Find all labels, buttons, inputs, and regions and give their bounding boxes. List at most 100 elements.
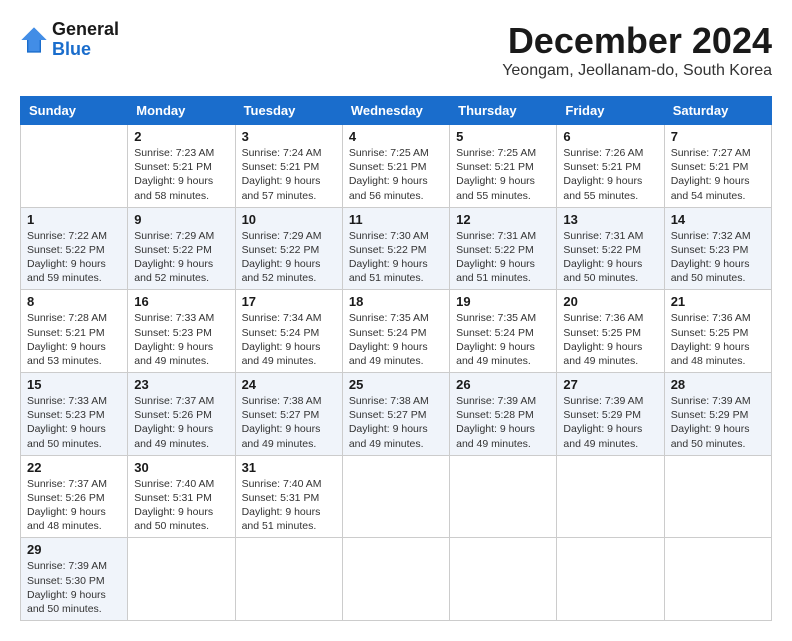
day-info: Sunrise: 7:40 AMSunset: 5:31 PMDaylight:… — [134, 477, 228, 534]
calendar-cell: 3 Sunrise: 7:24 AMSunset: 5:21 PMDaylight… — [235, 125, 342, 208]
logo-text: General Blue — [52, 20, 119, 60]
calendar-cell — [557, 538, 664, 621]
calendar-week-5: 29 Sunrise: 7:39 AMSunset: 5:30 PMDayligh… — [21, 538, 772, 621]
header-row: SundayMondayTuesdayWednesdayThursdayFrid… — [21, 97, 772, 125]
calendar-cell: 29 Sunrise: 7:39 AMSunset: 5:30 PMDayligh… — [21, 538, 128, 621]
day-info: Sunrise: 7:36 AMSunset: 5:25 PMDaylight:… — [671, 311, 765, 368]
day-info: Sunrise: 7:38 AMSunset: 5:27 PMDaylight:… — [242, 394, 336, 451]
col-header-saturday: Saturday — [664, 97, 771, 125]
calendar-cell — [235, 538, 342, 621]
day-info: Sunrise: 7:39 AMSunset: 5:29 PMDaylight:… — [671, 394, 765, 451]
calendar-cell: 25 Sunrise: 7:38 AMSunset: 5:27 PMDayligh… — [342, 373, 449, 456]
day-info: Sunrise: 7:23 AMSunset: 5:21 PMDaylight:… — [134, 146, 228, 203]
day-number: 11 — [349, 212, 443, 227]
main-title: December 2024 — [502, 20, 772, 62]
calendar-cell — [557, 455, 664, 538]
calendar-cell: 17Sunrise: 7:34 AMSunset: 5:24 PMDayligh… — [235, 290, 342, 373]
day-info: Sunrise: 7:32 AMSunset: 5:23 PMDaylight:… — [671, 229, 765, 286]
day-info: Sunrise: 7:35 AMSunset: 5:24 PMDaylight:… — [349, 311, 443, 368]
day-info: Sunrise: 7:33 AMSunset: 5:23 PMDaylight:… — [27, 394, 121, 451]
day-number: 5 — [456, 129, 550, 144]
calendar-table: SundayMondayTuesdayWednesdayThursdayFrid… — [20, 96, 772, 621]
day-number: 22 — [27, 460, 121, 475]
calendar-cell: 23Sunrise: 7:37 AMSunset: 5:26 PMDayligh… — [128, 373, 235, 456]
calendar-cell: 18 Sunrise: 7:35 AMSunset: 5:24 PMDayligh… — [342, 290, 449, 373]
day-number: 29 — [27, 542, 121, 557]
calendar-week-3: 15 Sunrise: 7:33 AMSunset: 5:23 PMDayligh… — [21, 373, 772, 456]
day-number: 6 — [563, 129, 657, 144]
logo-icon — [20, 26, 48, 54]
day-info: Sunrise: 7:30 AMSunset: 5:22 PMDaylight:… — [349, 229, 443, 286]
calendar-week-0: 2 Sunrise: 7:23 AMSunset: 5:21 PMDaylight… — [21, 125, 772, 208]
calendar-cell: 9 Sunrise: 7:29 AMSunset: 5:22 PMDaylight… — [128, 207, 235, 290]
day-info: Sunrise: 7:27 AMSunset: 5:21 PMDaylight:… — [671, 146, 765, 203]
day-info: Sunrise: 7:26 AMSunset: 5:21 PMDaylight:… — [563, 146, 657, 203]
calendar-cell: 28Sunrise: 7:39 AMSunset: 5:29 PMDayligh… — [664, 373, 771, 456]
day-info: Sunrise: 7:38 AMSunset: 5:27 PMDaylight:… — [349, 394, 443, 451]
day-number: 9 — [134, 212, 228, 227]
day-info: Sunrise: 7:25 AMSunset: 5:21 PMDaylight:… — [456, 146, 550, 203]
calendar-cell: 26 Sunrise: 7:39 AMSunset: 5:28 PMDayligh… — [450, 373, 557, 456]
day-info: Sunrise: 7:31 AMSunset: 5:22 PMDaylight:… — [456, 229, 550, 286]
day-info: Sunrise: 7:29 AMSunset: 5:22 PMDaylight:… — [134, 229, 228, 286]
day-number: 10 — [242, 212, 336, 227]
day-number: 3 — [242, 129, 336, 144]
calendar-cell: 8 Sunrise: 7:28 AMSunset: 5:21 PMDaylight… — [21, 290, 128, 373]
day-info: Sunrise: 7:39 AMSunset: 5:28 PMDaylight:… — [456, 394, 550, 451]
day-info: Sunrise: 7:22 AMSunset: 5:22 PMDaylight:… — [27, 229, 121, 286]
day-number: 26 — [456, 377, 550, 392]
col-header-monday: Monday — [128, 97, 235, 125]
col-header-tuesday: Tuesday — [235, 97, 342, 125]
day-number: 2 — [134, 129, 228, 144]
calendar-cell: 16Sunrise: 7:33 AMSunset: 5:23 PMDayligh… — [128, 290, 235, 373]
day-number: 25 — [349, 377, 443, 392]
calendar-cell: 2 Sunrise: 7:23 AMSunset: 5:21 PMDaylight… — [128, 125, 235, 208]
calendar-cell — [342, 455, 449, 538]
day-info: Sunrise: 7:39 AMSunset: 5:30 PMDaylight:… — [27, 559, 121, 616]
day-info: Sunrise: 7:39 AMSunset: 5:29 PMDaylight:… — [563, 394, 657, 451]
day-number: 27 — [563, 377, 657, 392]
day-number: 20 — [563, 294, 657, 309]
calendar-cell — [664, 538, 771, 621]
calendar-cell: 20Sunrise: 7:36 AMSunset: 5:25 PMDayligh… — [557, 290, 664, 373]
day-info: Sunrise: 7:33 AMSunset: 5:23 PMDaylight:… — [134, 311, 228, 368]
col-header-thursday: Thursday — [450, 97, 557, 125]
day-number: 30 — [134, 460, 228, 475]
calendar-cell — [450, 538, 557, 621]
calendar-cell: 10Sunrise: 7:29 AMSunset: 5:22 PMDayligh… — [235, 207, 342, 290]
calendar-cell — [342, 538, 449, 621]
day-number: 8 — [27, 294, 121, 309]
day-info: Sunrise: 7:24 AMSunset: 5:21 PMDaylight:… — [242, 146, 336, 203]
calendar-cell: 19 Sunrise: 7:35 AMSunset: 5:24 PMDayligh… — [450, 290, 557, 373]
day-number: 19 — [456, 294, 550, 309]
day-number: 23 — [134, 377, 228, 392]
calendar-cell: 24 Sunrise: 7:38 AMSunset: 5:27 PMDayligh… — [235, 373, 342, 456]
day-info: Sunrise: 7:35 AMSunset: 5:24 PMDaylight:… — [456, 311, 550, 368]
day-number: 7 — [671, 129, 765, 144]
calendar-cell: 6 Sunrise: 7:26 AMSunset: 5:21 PMDaylight… — [557, 125, 664, 208]
calendar-cell: 4 Sunrise: 7:25 AMSunset: 5:21 PMDaylight… — [342, 125, 449, 208]
day-number: 4 — [349, 129, 443, 144]
calendar-cell: 13Sunrise: 7:31 AMSunset: 5:22 PMDayligh… — [557, 207, 664, 290]
calendar-cell: 22 Sunrise: 7:37 AMSunset: 5:26 PMDayligh… — [21, 455, 128, 538]
calendar-cell: 15 Sunrise: 7:33 AMSunset: 5:23 PMDayligh… — [21, 373, 128, 456]
day-number: 24 — [242, 377, 336, 392]
calendar-week-1: 1Sunrise: 7:22 AMSunset: 5:22 PMDaylight… — [21, 207, 772, 290]
day-info: Sunrise: 7:28 AMSunset: 5:21 PMDaylight:… — [27, 311, 121, 368]
calendar-cell: 11 Sunrise: 7:30 AMSunset: 5:22 PMDayligh… — [342, 207, 449, 290]
day-info: Sunrise: 7:25 AMSunset: 5:21 PMDaylight:… — [349, 146, 443, 203]
day-number: 15 — [27, 377, 121, 392]
top-bar: General Blue December 2024 Yeongam, Jeol… — [20, 20, 772, 86]
day-info: Sunrise: 7:31 AMSunset: 5:22 PMDaylight:… — [563, 229, 657, 286]
day-info: Sunrise: 7:37 AMSunset: 5:26 PMDaylight:… — [27, 477, 121, 534]
col-header-sunday: Sunday — [21, 97, 128, 125]
day-number: 18 — [349, 294, 443, 309]
calendar-cell: 31Sunrise: 7:40 AMSunset: 5:31 PMDayligh… — [235, 455, 342, 538]
subtitle: Yeongam, Jeollanam-do, South Korea — [502, 62, 772, 80]
calendar-cell: 1Sunrise: 7:22 AMSunset: 5:22 PMDaylight… — [21, 207, 128, 290]
calendar-cell — [21, 125, 128, 208]
day-number: 12 — [456, 212, 550, 227]
calendar-week-4: 22 Sunrise: 7:37 AMSunset: 5:26 PMDayligh… — [21, 455, 772, 538]
calendar-cell — [450, 455, 557, 538]
col-header-wednesday: Wednesday — [342, 97, 449, 125]
